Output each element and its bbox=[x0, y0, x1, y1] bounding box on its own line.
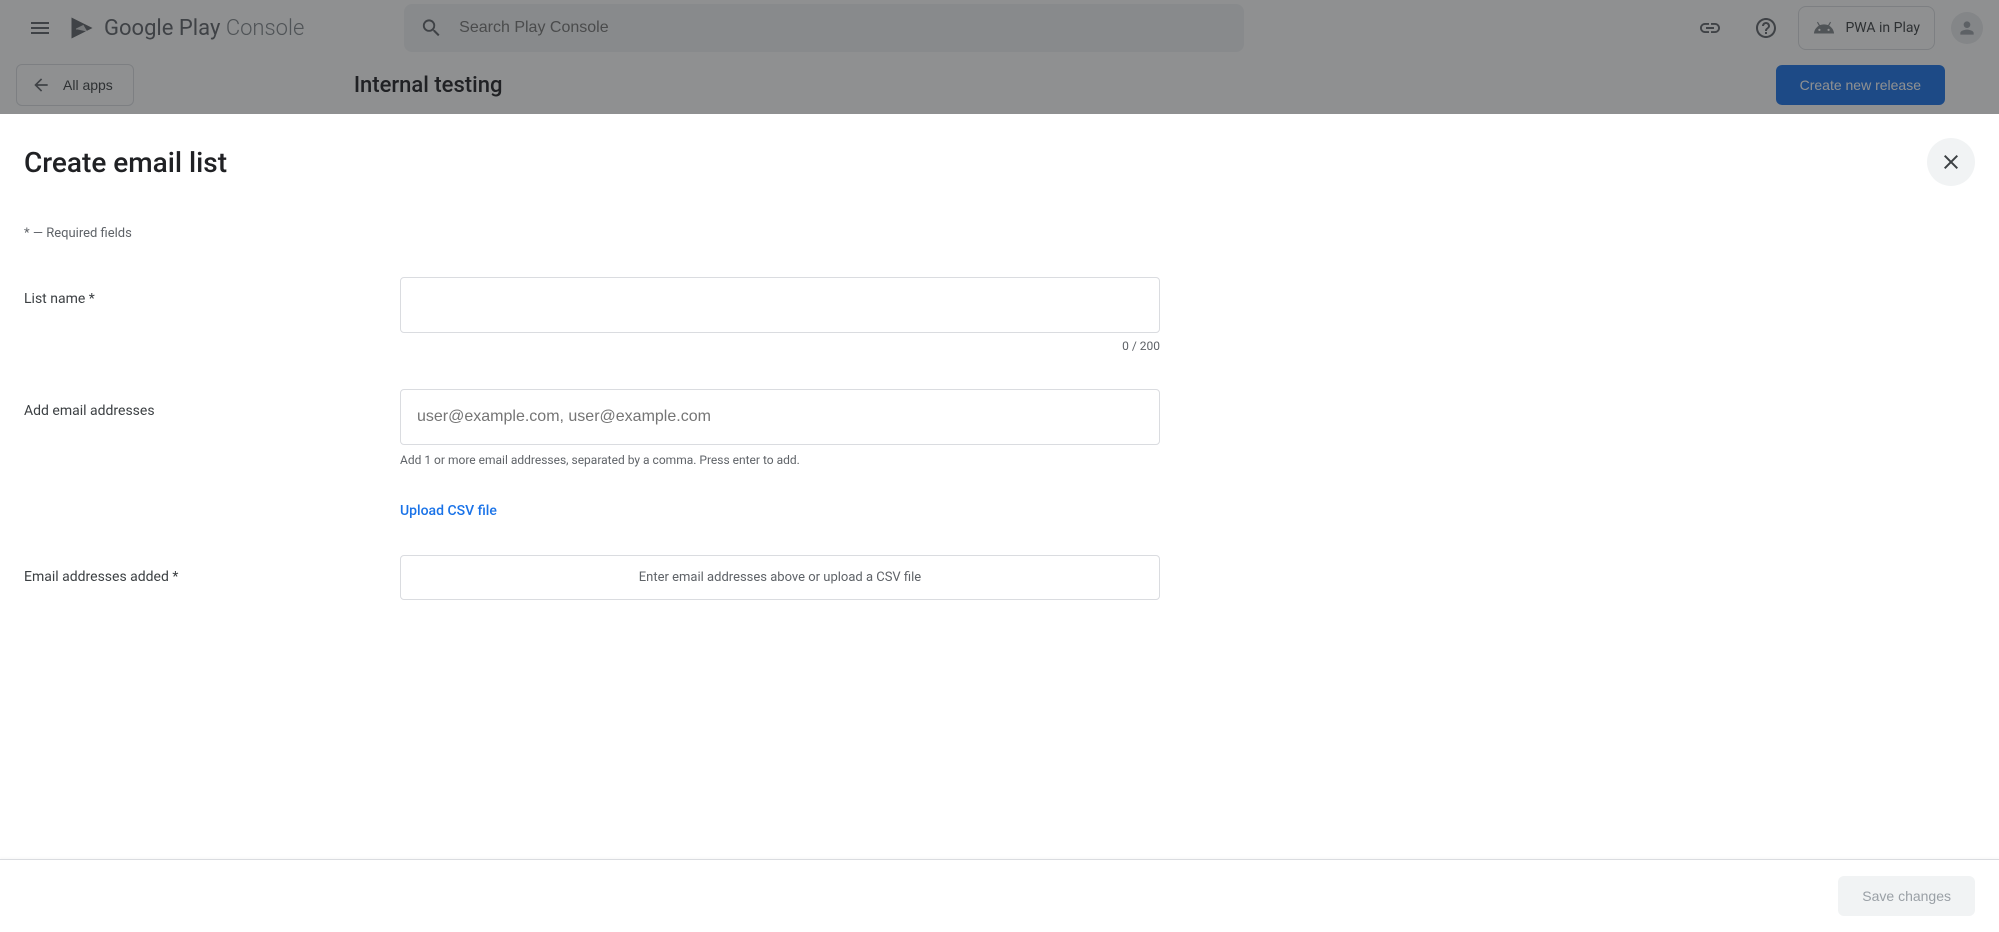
modal-footer: Save changes bbox=[0, 859, 1999, 932]
emails-added-empty-state: Enter email addresses above or upload a … bbox=[400, 555, 1160, 600]
add-emails-helper: Add 1 or more email addresses, separated… bbox=[400, 453, 1160, 467]
search-box[interactable] bbox=[404, 4, 1244, 52]
modal-header: Create email list bbox=[0, 114, 1999, 186]
app-chip-label: PWA in Play bbox=[1845, 20, 1920, 36]
play-logo-icon bbox=[68, 14, 96, 42]
emails-added-label: Email addresses added * bbox=[24, 555, 400, 585]
required-fields-note: * — Required fields bbox=[24, 226, 1975, 241]
upload-csv-link[interactable]: Upload CSV file bbox=[400, 503, 497, 519]
close-icon bbox=[1939, 150, 1963, 174]
list-name-label: List name * bbox=[24, 277, 400, 353]
add-emails-row: Add email addresses Add 1 or more email … bbox=[24, 389, 1975, 519]
list-name-row: List name * 0 / 200 bbox=[24, 277, 1975, 353]
close-button[interactable] bbox=[1927, 138, 1975, 186]
add-emails-input[interactable] bbox=[400, 389, 1160, 445]
search-icon bbox=[420, 16, 443, 40]
top-bar: Google Play Console PWA in Play bbox=[0, 0, 1999, 56]
help-icon bbox=[1754, 16, 1778, 40]
emails-added-row: Email addresses added * Enter email addr… bbox=[24, 555, 1975, 600]
create-email-list-modal: Create email list * — Required fields Li… bbox=[0, 114, 1999, 932]
all-apps-button[interactable]: All apps bbox=[16, 64, 134, 106]
link-icon bbox=[1698, 16, 1722, 40]
create-release-button[interactable]: Create new release bbox=[1776, 65, 1945, 105]
add-emails-label: Add email addresses bbox=[24, 389, 400, 519]
all-apps-label: All apps bbox=[63, 77, 113, 93]
link-button[interactable] bbox=[1686, 4, 1734, 52]
modal-title: Create email list bbox=[24, 146, 227, 179]
menu-button[interactable] bbox=[16, 4, 64, 52]
person-icon bbox=[1957, 18, 1977, 38]
list-name-input[interactable] bbox=[400, 277, 1160, 333]
top-right-actions: PWA in Play bbox=[1686, 4, 1983, 52]
arrow-left-icon bbox=[31, 75, 51, 95]
modal-body: * — Required fields List name * 0 / 200 … bbox=[0, 186, 1999, 859]
user-avatar[interactable] bbox=[1951, 12, 1983, 44]
page-title: Internal testing bbox=[354, 73, 503, 98]
hamburger-icon bbox=[28, 16, 52, 40]
search-input[interactable] bbox=[459, 19, 1228, 37]
logo-text: Google Play Console bbox=[104, 16, 304, 41]
list-name-char-count: 0 / 200 bbox=[400, 339, 1160, 353]
android-icon bbox=[1813, 17, 1835, 39]
help-button[interactable] bbox=[1742, 4, 1790, 52]
save-changes-button[interactable]: Save changes bbox=[1838, 876, 1975, 916]
sub-header: All apps Internal testing Create new rel… bbox=[0, 56, 1999, 114]
logo[interactable]: Google Play Console bbox=[68, 14, 304, 42]
app-selector-chip[interactable]: PWA in Play bbox=[1798, 6, 1935, 50]
